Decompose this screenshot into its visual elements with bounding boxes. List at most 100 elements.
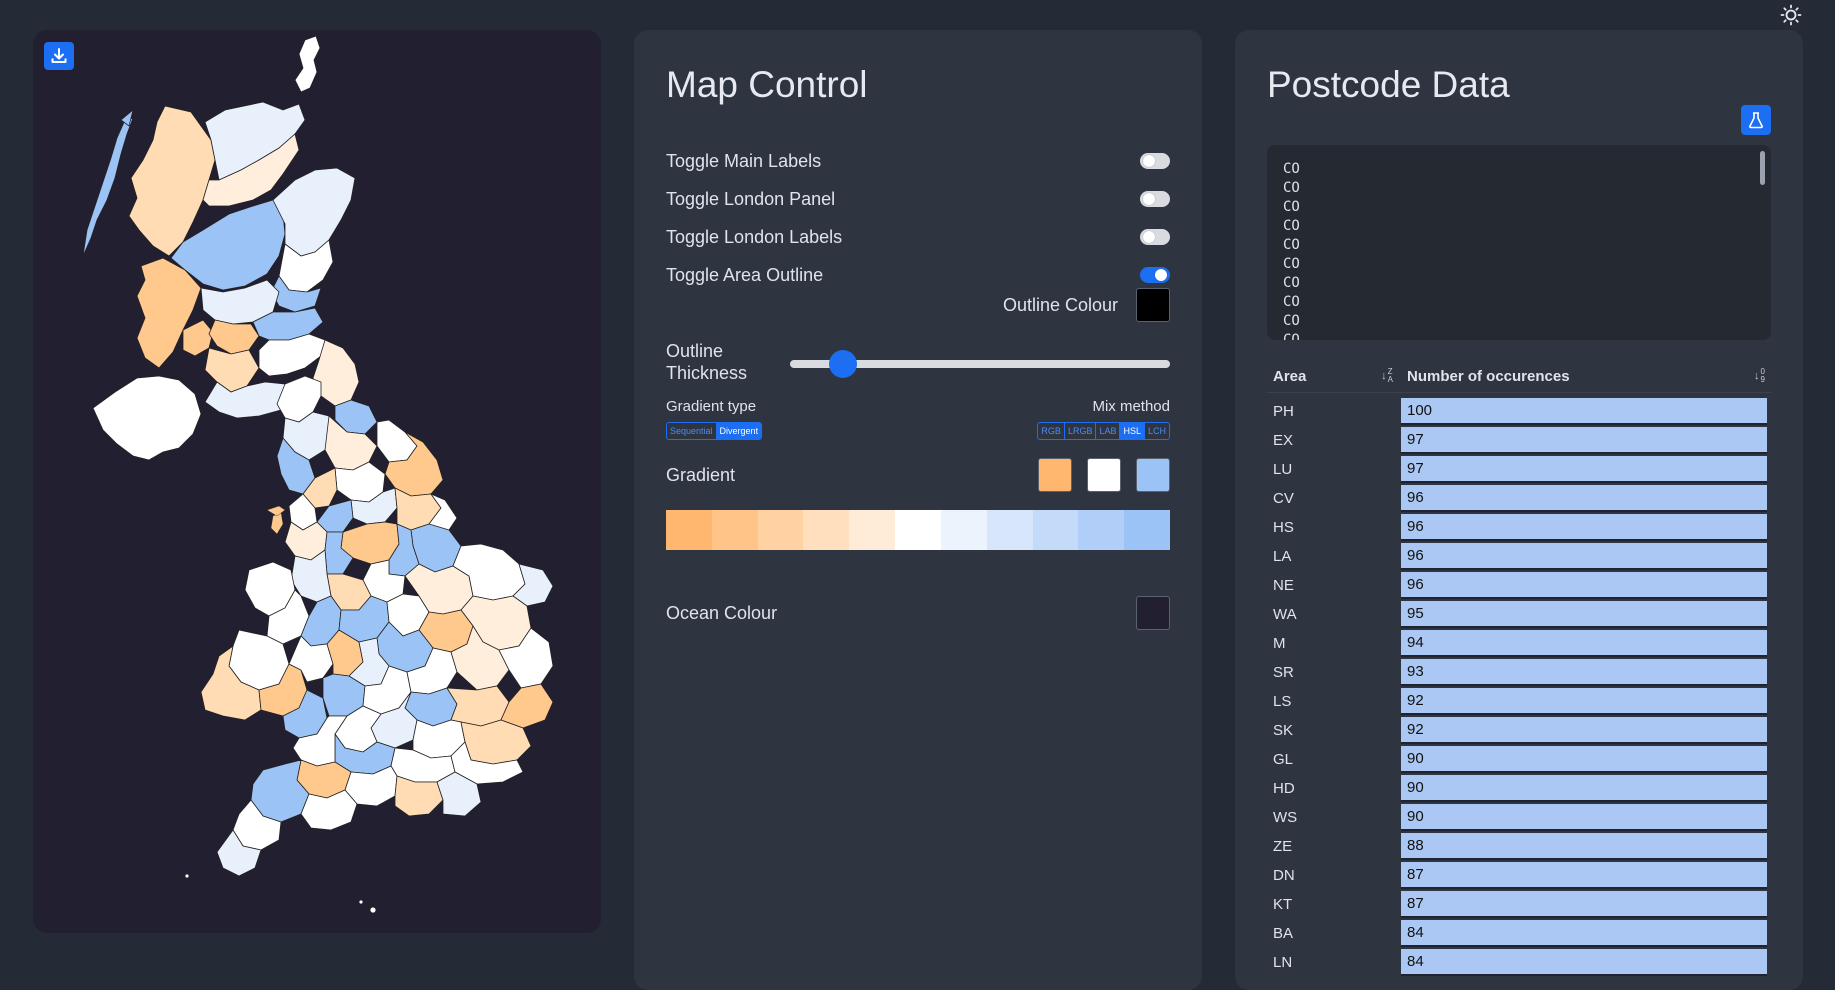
mix-method-hsl[interactable]: HSL bbox=[1120, 423, 1145, 439]
toggle-main-labels-switch[interactable] bbox=[1140, 153, 1170, 169]
region-ze bbox=[294, 35, 321, 93]
count-cell: 92 bbox=[1401, 717, 1767, 744]
area-cell: GL bbox=[1273, 751, 1294, 768]
toggle-london-panel-row: Toggle London Panel bbox=[666, 184, 1170, 214]
count-cell: 87 bbox=[1401, 891, 1767, 918]
outline-thickness-label: Outline Thickness bbox=[666, 341, 748, 383]
sun-icon bbox=[1780, 4, 1802, 26]
count-cell: 96 bbox=[1401, 514, 1767, 541]
count-cell: 96 bbox=[1401, 485, 1767, 512]
count-cell: 84 bbox=[1401, 920, 1767, 947]
table-row[interactable]: ZE 88 bbox=[1267, 832, 1771, 861]
area-cell: KT bbox=[1273, 896, 1293, 913]
table-row[interactable]: CV 96 bbox=[1267, 484, 1771, 513]
toggle-london-labels-label: Toggle London Labels bbox=[666, 226, 843, 247]
sort-za-icon[interactable]: ↓ Z A bbox=[1381, 368, 1393, 385]
table-row[interactable]: SR 93 bbox=[1267, 658, 1771, 687]
gradient-step bbox=[666, 510, 712, 550]
gradient-step bbox=[1032, 510, 1079, 550]
area-cell: ZE bbox=[1273, 838, 1293, 855]
area-cell: SK bbox=[1273, 722, 1294, 739]
gradient-type-divergent[interactable]: Divergent bbox=[716, 423, 762, 439]
toggle-london-labels-switch[interactable] bbox=[1140, 229, 1170, 245]
area-cell: WA bbox=[1273, 606, 1297, 623]
count-cell: 95 bbox=[1401, 601, 1767, 628]
table-row[interactable]: BA 84 bbox=[1267, 919, 1771, 948]
gradient-stops bbox=[1038, 458, 1170, 492]
table-row[interactable]: PH 100 bbox=[1267, 397, 1771, 426]
mix-method-lab[interactable]: LAB bbox=[1096, 423, 1121, 439]
area-cell: LA bbox=[1273, 548, 1292, 565]
table-row[interactable]: DN 87 bbox=[1267, 861, 1771, 890]
table-row[interactable]: HS 96 bbox=[1267, 513, 1771, 542]
table-row[interactable]: LA 96 bbox=[1267, 542, 1771, 571]
ocean-colour-swatch[interactable] bbox=[1136, 596, 1170, 630]
count-cell: 90 bbox=[1401, 775, 1767, 802]
outline-thickness-thumb[interactable] bbox=[829, 350, 858, 378]
mix-method-lch[interactable]: LCH bbox=[1145, 423, 1169, 439]
gradient-step bbox=[940, 510, 987, 550]
postcode-list-item: CO bbox=[1283, 237, 1300, 253]
gradient-step bbox=[986, 510, 1033, 550]
outline-colour-label: Outline Colour bbox=[1002, 294, 1118, 315]
area-cell: NE bbox=[1273, 577, 1294, 594]
gradient-start-swatch[interactable] bbox=[1038, 458, 1072, 492]
mix-method-lrgb[interactable]: LRGB bbox=[1065, 423, 1097, 439]
gradient-step bbox=[1124, 510, 1170, 550]
count-cell: 93 bbox=[1401, 659, 1767, 686]
gradient-step bbox=[895, 510, 941, 550]
area-cell: EX bbox=[1273, 432, 1294, 449]
table-header: Area ↓ Z A Number of occurences ↓ 0 9 bbox=[1267, 360, 1771, 393]
outline-colour-swatch[interactable] bbox=[1136, 288, 1170, 322]
count-cell: 87 bbox=[1401, 862, 1767, 889]
outline-colour-row: Outline Colour bbox=[1003, 288, 1170, 322]
outline-thickness-row: Outline Thickness bbox=[666, 336, 1170, 386]
toggle-london-panel-switch[interactable] bbox=[1140, 191, 1170, 207]
toggle-london-panel-label: Toggle London Panel bbox=[666, 188, 836, 209]
count-cell: 90 bbox=[1401, 746, 1767, 773]
mix-method-rgb[interactable]: RGB bbox=[1038, 423, 1065, 439]
gradient-mid-swatch[interactable] bbox=[1087, 458, 1121, 492]
table-row[interactable]: KT 87 bbox=[1267, 890, 1771, 919]
postcode-list[interactable]: CO CO CO CO CO CO CO CO CO CO bbox=[1267, 145, 1771, 340]
postcode-list-scrollbar[interactable] bbox=[1760, 151, 1765, 185]
map-control-panel: Map Control Toggle Main Labels Toggle Lo… bbox=[634, 30, 1202, 990]
toggle-london-labels-row: Toggle London Labels bbox=[666, 222, 1170, 252]
postcode-list-item: CO bbox=[1283, 332, 1300, 340]
table-row[interactable]: LN 84 bbox=[1267, 948, 1771, 977]
table-row[interactable]: HD 90 bbox=[1267, 774, 1771, 803]
area-cell: HD bbox=[1273, 780, 1295, 797]
toggle-area-outline-row: Toggle Area Outline bbox=[666, 260, 1170, 290]
gradient-type-label: Gradient type bbox=[666, 398, 757, 415]
mix-method-label: Mix method bbox=[1092, 398, 1170, 415]
table-row[interactable]: SK 92 bbox=[1267, 716, 1771, 745]
table-row[interactable]: NE 96 bbox=[1267, 571, 1771, 600]
count-header-label: Number of occurences bbox=[1407, 367, 1570, 385]
area-cell: SR bbox=[1273, 664, 1294, 681]
postcode-list-item: CO bbox=[1283, 256, 1300, 272]
flask-button[interactable] bbox=[1741, 105, 1771, 135]
gradient-type-group: Sequential Divergent bbox=[666, 422, 763, 440]
postcode-list-item: CO bbox=[1283, 313, 1300, 329]
postcode-list-item: CO bbox=[1283, 161, 1300, 177]
postcode-table-body: PH 100 EX 97 LU 97 CV 96 HS 96 LA 96 NE 96 WA 95 M 94 SR 93… bbox=[1267, 397, 1771, 977]
gradient-end-swatch[interactable] bbox=[1136, 458, 1170, 492]
table-row[interactable]: WS 90 bbox=[1267, 803, 1771, 832]
table-row[interactable]: LU 97 bbox=[1267, 455, 1771, 484]
uk-choropleth-map[interactable] bbox=[33, 30, 601, 933]
table-row[interactable]: LS 92 bbox=[1267, 687, 1771, 716]
theme-toggle-button[interactable] bbox=[1778, 2, 1804, 28]
area-column-header[interactable]: Area ↓ Z A bbox=[1267, 368, 1401, 385]
area-cell: LU bbox=[1273, 461, 1293, 478]
table-row[interactable]: EX 97 bbox=[1267, 426, 1771, 455]
table-row[interactable]: GL 90 bbox=[1267, 745, 1771, 774]
count-cell: 84 bbox=[1401, 949, 1767, 976]
toggle-area-outline-switch[interactable] bbox=[1140, 267, 1170, 283]
area-cell: PH bbox=[1273, 403, 1294, 420]
count-column-header[interactable]: Number of occurences ↓ 0 9 bbox=[1401, 368, 1771, 385]
gradient-type-sequential[interactable]: Sequential bbox=[667, 423, 717, 439]
table-row[interactable]: M 94 bbox=[1267, 629, 1771, 658]
sort-09-icon[interactable]: ↓ 0 9 bbox=[1754, 368, 1765, 385]
area-cell: HS bbox=[1273, 519, 1294, 536]
table-row[interactable]: WA 95 bbox=[1267, 600, 1771, 629]
